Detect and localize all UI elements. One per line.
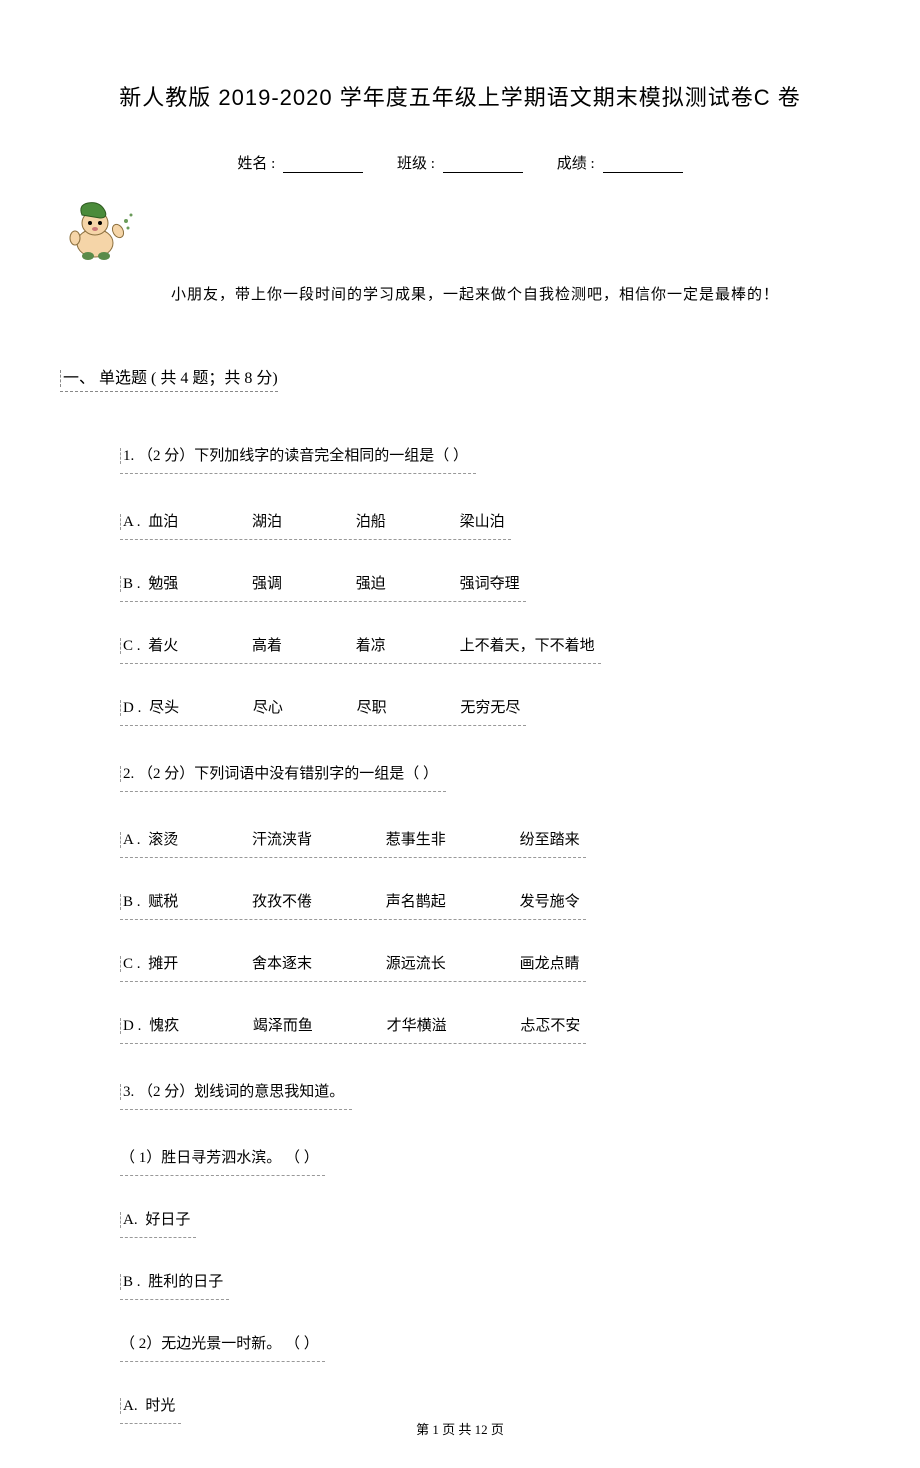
q3-sub1-option-a[interactable]: A. 好日子 bbox=[120, 1204, 196, 1238]
q1-option-b[interactable]: B . 勉强 强调 强迫 强词夺理 bbox=[120, 568, 526, 602]
question-1-stem: 1. （2 分）下列加线字的读音完全相同的一组是（ ） bbox=[120, 440, 476, 474]
page-footer: 第 1 页 共 12 页 bbox=[0, 1419, 920, 1438]
q3-sub2-text: （ 2）无边光景一时新。 （ ） bbox=[120, 1328, 325, 1362]
section-1-header: 一、 单选题 ( 共 4 题；共 8 分) bbox=[60, 364, 278, 392]
q1-option-c[interactable]: C . 着火 高着 着凉 上不着天，下不着地 bbox=[120, 630, 601, 664]
name-blank[interactable] bbox=[283, 157, 363, 173]
q2-option-d[interactable]: D . 愧疚 竭泽而鱼 才华横溢 忐忑不安 bbox=[120, 1010, 586, 1044]
score-label: 成绩 : bbox=[557, 156, 595, 172]
q1-option-a[interactable]: A . 血泊 湖泊 泊船 梁山泊 bbox=[120, 506, 511, 540]
question-2-stem: 2. （2 分）下列词语中没有错别字的一组是（ ） bbox=[120, 758, 446, 792]
mascot-icon bbox=[60, 193, 140, 261]
student-info-line: 姓名 : 班级 : 成绩 : bbox=[60, 152, 860, 173]
score-blank[interactable] bbox=[603, 157, 683, 173]
q1-option-d[interactable]: D . 尽头 尽心 尽职 无穷无尽 bbox=[120, 692, 526, 726]
intro-text: 小朋友，带上你一段时间的学习成果，一起来做个自我检测吧，相信你一定是最棒的！ bbox=[90, 283, 860, 304]
page-title: 新人教版 2019-2020 学年度五年级上学期语文期末模拟测试卷C 卷 bbox=[60, 80, 860, 112]
q2-option-a[interactable]: A . 滚烫 汗流浃背 惹事生非 纷至踏来 bbox=[120, 824, 586, 858]
class-label: 班级 : bbox=[397, 156, 435, 172]
class-blank[interactable] bbox=[443, 157, 523, 173]
question-3-stem: 3. （2 分）划线词的意思我知道。 bbox=[120, 1076, 352, 1110]
q3-sub1-text: （ 1）胜日寻芳泗水滨。 （ ） bbox=[120, 1142, 325, 1176]
q2-option-c[interactable]: C . 摊开 舍本逐末 源远流长 画龙点睛 bbox=[120, 948, 586, 982]
q3-sub1-option-b[interactable]: B . 胜利的日子 bbox=[120, 1266, 229, 1300]
name-label: 姓名 : bbox=[237, 156, 275, 172]
q2-option-b[interactable]: B . 赋税 孜孜不倦 声名鹊起 发号施令 bbox=[120, 886, 586, 920]
